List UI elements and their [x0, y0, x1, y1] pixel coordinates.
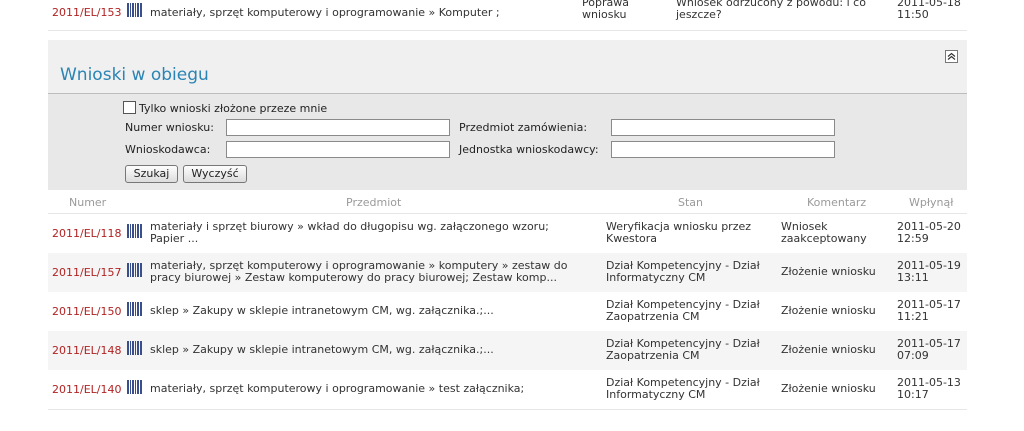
number-input[interactable]: [226, 119, 450, 136]
request-date: 2011-05-17 07:09: [897, 337, 961, 362]
col-header-number[interactable]: Numer: [69, 196, 106, 209]
only-mine-checkbox[interactable]: [123, 101, 136, 114]
only-mine-label: Tylko wnioski złożone przeze mnie: [139, 102, 328, 115]
request-status: Dział Kompetencyjny - Dział Zaopatrzenia …: [606, 298, 760, 323]
table-header: Numer Przedmiot Stan Komentarz Wpłynął: [48, 193, 967, 214]
table-row: 2011/EL/118 materiały i sprzęt biurowy »…: [48, 214, 967, 254]
request-date: 2011-05-17 11:21: [897, 298, 961, 323]
request-status: Dział Kompetencyjny - Dział Informatyczny…: [606, 376, 760, 401]
col-header-comment[interactable]: Komentarz: [807, 196, 866, 209]
request-subject: sklep » Zakupy w sklepie intranetowym CM…: [150, 304, 494, 317]
request-date: 2011-05-20 12:59: [897, 220, 961, 245]
table-row: 2011/EL/157 materiały, sprzęt komputerow…: [48, 253, 967, 293]
request-comment: Złożenie wniosku: [781, 304, 876, 317]
request-date: 2011-05-18 11:50: [897, 0, 961, 21]
request-status: Dział Kompetencyjny - Dział Zaopatrzenia …: [606, 337, 760, 362]
number-label: Numer wniosku:: [125, 121, 214, 134]
request-comment: Złożenie wniosku: [781, 382, 876, 395]
request-date: 2011-05-19 13:11: [897, 259, 961, 284]
section-header: Wnioski w obiegu: [48, 40, 967, 93]
applicant-label: Wnioskodawca:: [125, 143, 211, 156]
table-row-previous: 2011/EL/153 materiały, sprzęt komputerow…: [48, 0, 967, 31]
barcode-icon[interactable]: [127, 263, 143, 277]
request-subject: materiały i sprzęt biurowy » wkład do dł…: [150, 220, 549, 245]
barcode-icon[interactable]: [127, 302, 143, 316]
applicant-input[interactable]: [226, 141, 450, 158]
request-number-link[interactable]: 2011/EL/140: [52, 383, 121, 396]
request-subject: materiały, sprzęt komputerowy i oprogram…: [150, 382, 525, 395]
barcode-icon[interactable]: [127, 341, 143, 355]
col-header-received[interactable]: Wpłynął: [909, 196, 953, 209]
request-comment: Złożenie wniosku: [781, 265, 876, 278]
request-date: 2011-05-13 10:17: [897, 376, 961, 401]
unit-input[interactable]: [611, 141, 835, 158]
request-subject: sklep » Zakupy w sklepie intranetowym CM…: [150, 343, 494, 356]
barcode-icon[interactable]: [127, 224, 143, 238]
request-comment: Wniosek zaakceptowany: [781, 220, 867, 245]
request-number-link[interactable]: 2011/EL/157: [52, 266, 121, 279]
request-number-link[interactable]: 2011/EL/153: [52, 7, 121, 19]
unit-label: Jednostka wnioskodawcy:: [459, 143, 599, 156]
col-header-status[interactable]: Stan: [678, 196, 703, 209]
subject-input[interactable]: [611, 119, 835, 136]
request-number-link[interactable]: 2011/EL/148: [52, 344, 121, 357]
request-number-link[interactable]: 2011/EL/118: [52, 227, 121, 240]
double-chevron-up-icon[interactable]: [945, 50, 958, 63]
request-comment: Wniosek odrzucony z powodu: i co jeszcze?: [676, 0, 866, 21]
table-row: 2011/EL/148 sklep » Zakupy w sklepie int…: [48, 331, 967, 371]
request-number-link[interactable]: 2011/EL/150: [52, 305, 121, 318]
request-subject: materiały, sprzęt komputerowy i oprogram…: [150, 6, 500, 19]
request-comment: Złożenie wniosku: [781, 343, 876, 356]
section-title: Wnioski w obiegu: [60, 65, 209, 85]
request-status: Weryfikacja wniosku przez Kwestora: [606, 220, 752, 245]
barcode-icon[interactable]: [127, 380, 143, 394]
subject-label: Przedmiot zamówienia:: [459, 121, 588, 134]
col-header-subject[interactable]: Przedmiot: [346, 196, 401, 209]
request-status: Dział Kompetencyjny - Dział Informatyczny…: [606, 259, 760, 284]
request-subject: materiały, sprzęt komputerowy i oprogram…: [150, 259, 568, 284]
table-row: 2011/EL/150 sklep » Zakupy w sklepie int…: [48, 292, 967, 332]
request-status: Poprawa wniosku: [582, 0, 629, 21]
search-button[interactable]: Szukaj: [125, 165, 178, 183]
clear-button[interactable]: Wyczyść: [183, 165, 247, 183]
barcode-icon[interactable]: [127, 3, 143, 20]
table-row: 2011/EL/140 materiały, sprzęt komputerow…: [48, 370, 967, 410]
filter-panel: Tylko wnioski złożone przeze mnie Numer …: [48, 93, 967, 190]
